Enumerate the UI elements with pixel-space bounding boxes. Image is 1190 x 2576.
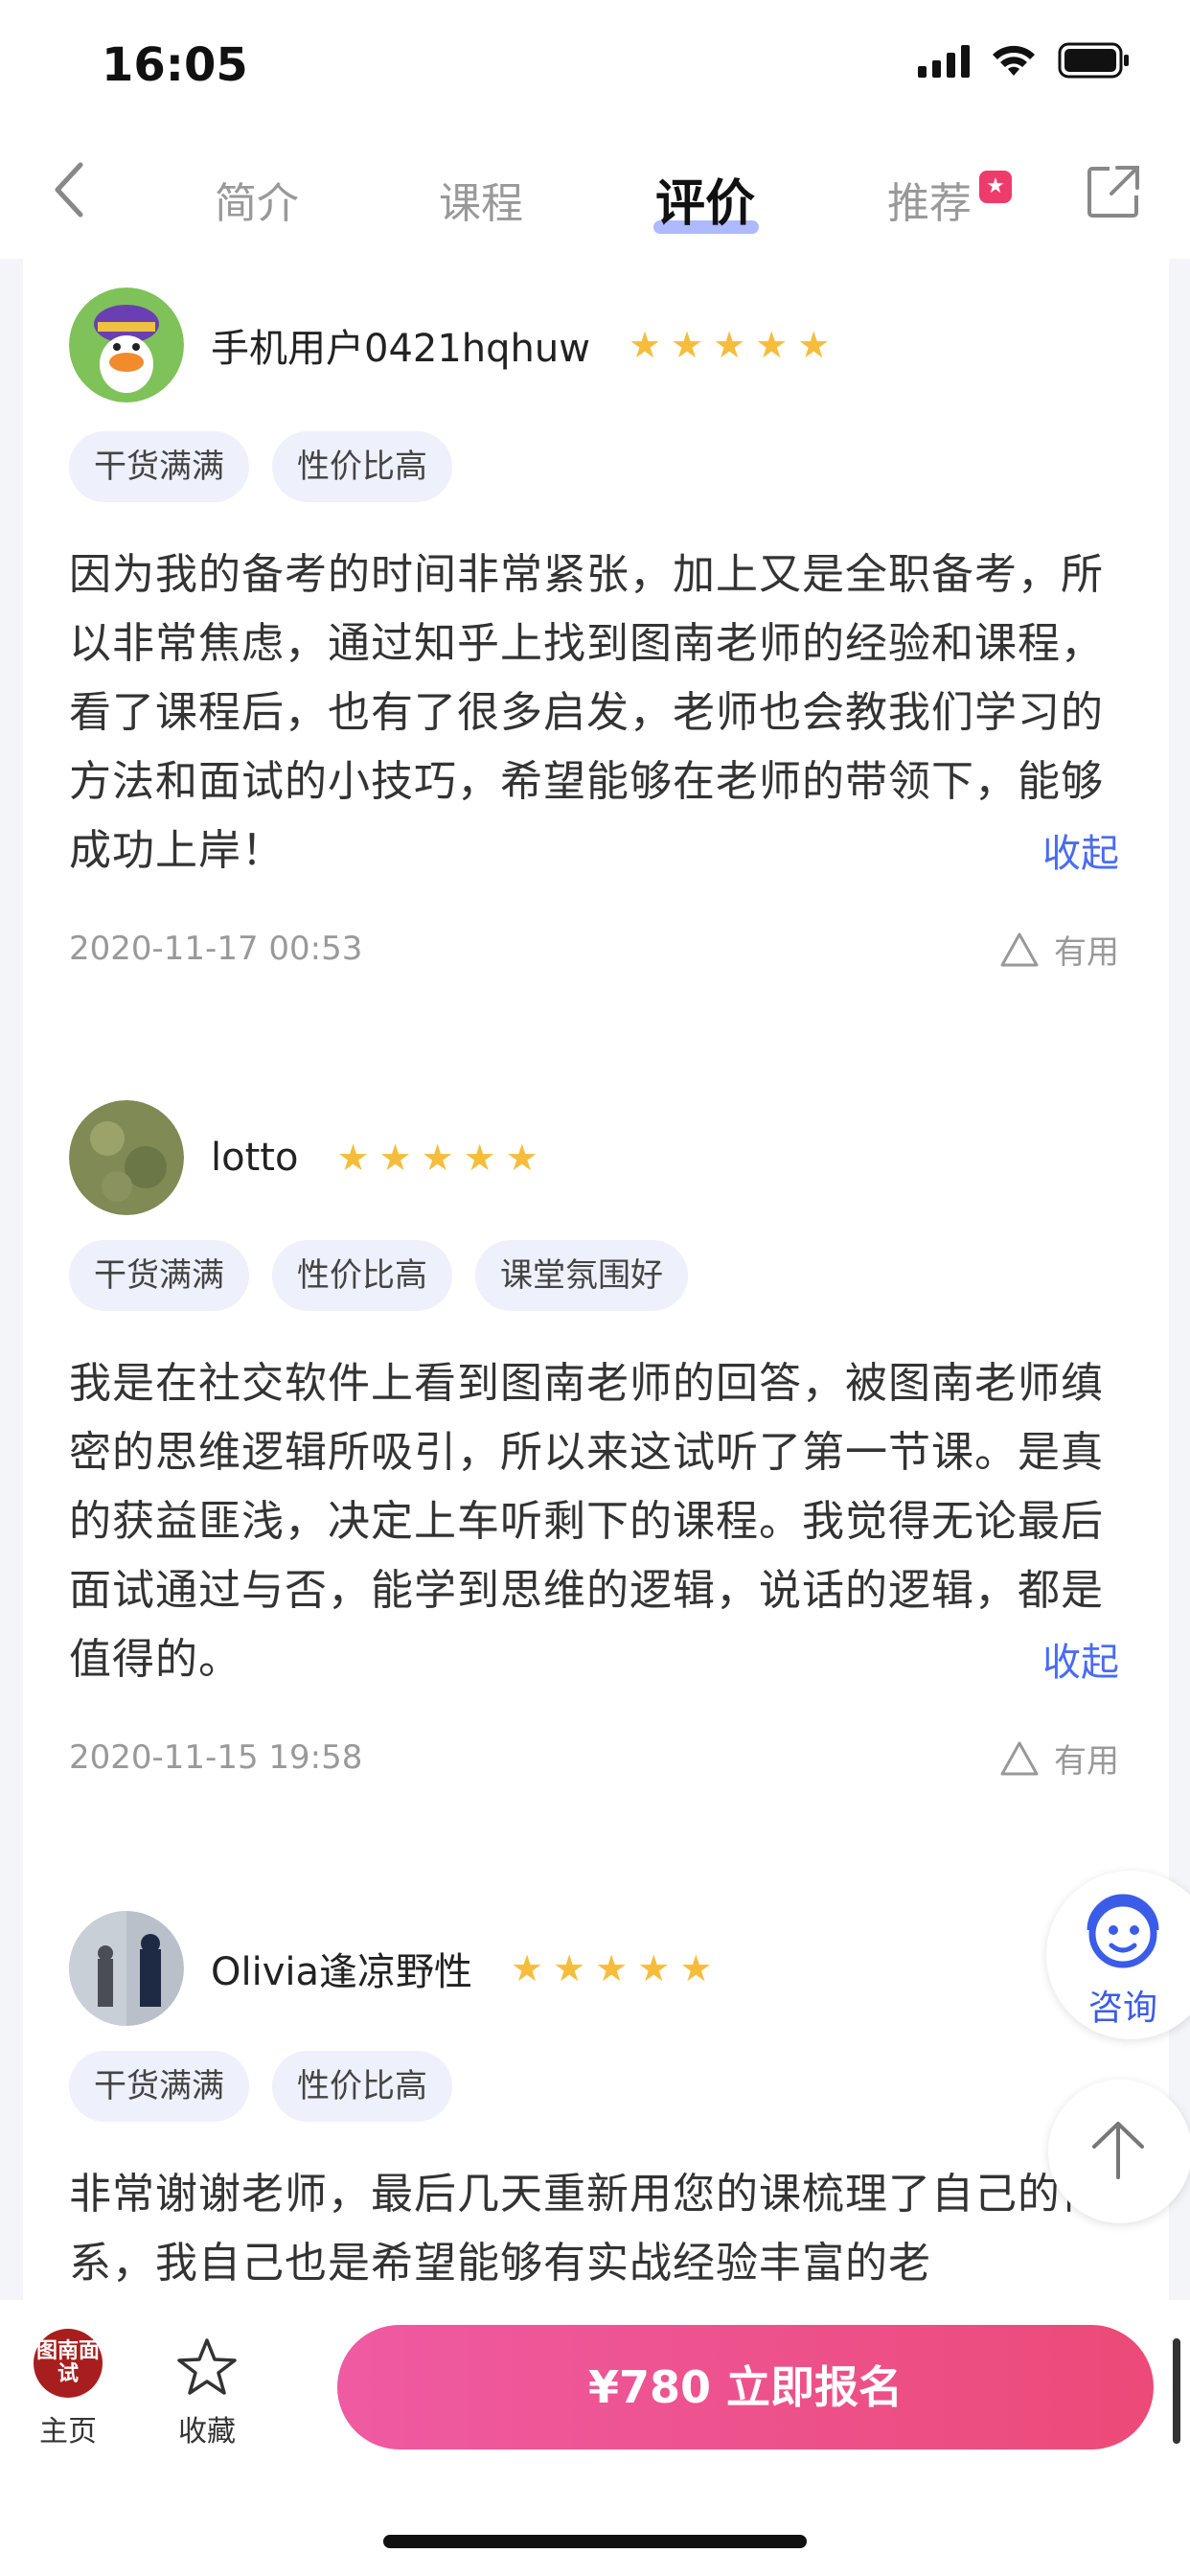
useful-button[interactable]: 有用 bbox=[998, 1735, 1119, 1782]
useful-button[interactable]: 有用 bbox=[998, 926, 1119, 973]
home-indicator bbox=[383, 2535, 807, 2548]
share-icon bbox=[1087, 166, 1139, 218]
review-username: Olivia逢凉野性 bbox=[211, 1950, 473, 1994]
review-content: 非常谢谢老师，最后几天重新用您的课梳理了自己的体系，我自己也是希望能够有实战经验… bbox=[69, 2170, 1104, 2288]
review-date: 2020-11-17 00:53 bbox=[69, 930, 363, 968]
star-icon: ★ bbox=[595, 1947, 629, 1990]
review-list[interactable]: 手机用户0421hqhuw ★ ★ ★ ★ ★ 干货满满 性价比高 因为我的备考的时间非… bbox=[23, 259, 1169, 2300]
star-icon: ★ bbox=[797, 324, 831, 366]
back-to-top-button[interactable] bbox=[1048, 2080, 1190, 2223]
home-label: 主页 bbox=[39, 2415, 97, 2449]
review-tag: 干货满满 bbox=[69, 1240, 249, 1311]
brand-logo-text: 图南面试 bbox=[35, 2339, 100, 2386]
avatar[interactable] bbox=[69, 1100, 184, 1215]
battery-icon bbox=[1058, 42, 1131, 79]
review-header: Olivia逢凉野性 ★ ★ ★ ★ ★ bbox=[69, 1911, 712, 2026]
status-icons bbox=[918, 42, 1131, 79]
review-header: 手机用户0421hqhuw ★ ★ ★ ★ ★ bbox=[69, 288, 830, 402]
review-username: 手机用户0421hqhuw bbox=[211, 327, 590, 371]
review-tag: 性价比高 bbox=[272, 2051, 452, 2122]
review-content: 因为我的备考的时间非常紧张，加上又是全职备考，所以非常焦虑，通过知乎上找到图南老… bbox=[69, 550, 1104, 875]
tab-recommend[interactable]: 推荐 bbox=[887, 169, 972, 230]
scrollbar[interactable] bbox=[1173, 2338, 1180, 2444]
star-icon: ★ bbox=[463, 1137, 496, 1179]
useful-label: 有用 bbox=[1054, 933, 1119, 972]
status-time: 16:05 bbox=[102, 38, 248, 92]
star-icon: ★ bbox=[671, 324, 704, 366]
star-icon: ★ bbox=[336, 1137, 370, 1179]
review-tags: 干货满满 性价比高 bbox=[69, 2051, 452, 2122]
review-tag: 干货满满 bbox=[69, 431, 249, 502]
star-badge-icon: ★ bbox=[979, 171, 1012, 203]
favorite-button[interactable]: 收藏 bbox=[169, 2336, 245, 2450]
collapse-link[interactable]: 收起 bbox=[1042, 822, 1119, 878]
triangle-icon bbox=[1000, 932, 1039, 966]
tab-bar: 简介 课程 评价 推荐 ★ bbox=[0, 125, 1190, 259]
star-icon: ★ bbox=[637, 1947, 671, 1990]
review-item: Olivia逢凉野性 ★ ★ ★ ★ ★ 干货满满 性价比高 非常谢谢老师，最后几天重新… bbox=[23, 1882, 1169, 2300]
avatar[interactable] bbox=[69, 288, 184, 402]
review-date: 2020-11-15 19:58 bbox=[69, 1738, 363, 1777]
tab-courses[interactable]: 课程 bbox=[439, 169, 523, 230]
tab-intro[interactable]: 简介 bbox=[215, 169, 299, 230]
star-icon: ★ bbox=[421, 1137, 454, 1179]
review-tag: 性价比高 bbox=[272, 431, 452, 502]
wifi-icon bbox=[991, 43, 1037, 78]
star-icon: ★ bbox=[628, 324, 662, 366]
review-tags: 干货满满 性价比高 课堂氛围好 bbox=[69, 1240, 688, 1311]
star-icon: ★ bbox=[679, 1947, 713, 1990]
review-item: lotto ★ ★ ★ ★ ★ 干货满满 性价比高 课堂氛围好 我是在社交软件上看到图南… bbox=[23, 1071, 1169, 1800]
useful-label: 有用 bbox=[1054, 1742, 1119, 1781]
star-rating: ★ ★ ★ ★ ★ bbox=[336, 1139, 538, 1176]
review-item: 手机用户0421hqhuw ★ ★ ★ ★ ★ 干货满满 性价比高 因为我的备考的时间非… bbox=[23, 259, 1169, 987]
star-icon: ★ bbox=[713, 324, 746, 366]
review-tags: 干货满满 性价比高 bbox=[69, 431, 452, 502]
review-tag: 性价比高 bbox=[272, 1240, 452, 1311]
review-header: lotto ★ ★ ★ ★ ★ bbox=[69, 1100, 538, 1215]
home-button[interactable]: 图南面试 主页 bbox=[29, 2329, 107, 2450]
brand-logo: 图南面试 bbox=[34, 2329, 103, 2398]
cellular-signal-icon bbox=[918, 43, 970, 78]
star-icon: ★ bbox=[553, 1947, 586, 1990]
arrow-up-icon bbox=[1092, 2122, 1144, 2179]
star-icon: ★ bbox=[505, 1137, 538, 1179]
star-icon: ★ bbox=[378, 1137, 412, 1179]
star-icon: ★ bbox=[511, 1947, 544, 1990]
share-button[interactable] bbox=[1085, 163, 1142, 224]
tab-reviews[interactable]: 评价 bbox=[655, 163, 755, 235]
star-icon: ★ bbox=[755, 324, 789, 366]
review-tag: 干货满满 bbox=[69, 2051, 249, 2122]
enroll-button[interactable]: ¥780 立即报名 bbox=[337, 2325, 1154, 2450]
status-bar: 16:05 bbox=[0, 0, 1190, 125]
star-outline-icon bbox=[177, 2338, 237, 2395]
collapse-link[interactable]: 收起 bbox=[1042, 1631, 1119, 1687]
customer-service-icon bbox=[1087, 1894, 1159, 1968]
star-rating: ★ ★ ★ ★ ★ bbox=[629, 327, 830, 363]
consult-label: 咨询 bbox=[1087, 1989, 1157, 2028]
avatar[interactable] bbox=[69, 1911, 184, 2026]
triangle-icon bbox=[1000, 1741, 1039, 1775]
review-tag: 课堂氛围好 bbox=[475, 1240, 688, 1311]
favorite-label: 收藏 bbox=[178, 2415, 236, 2449]
top-nav: 简介 课程 评价 推荐 ★ bbox=[0, 125, 1190, 259]
review-content: 我是在社交软件上看到图南老师的回答，被图南老师缜密的思维逻辑所吸引，所以来这试听… bbox=[69, 1359, 1104, 1684]
star-rating: ★ ★ ★ ★ ★ bbox=[511, 1950, 712, 1987]
review-username: lotto bbox=[211, 1136, 299, 1180]
